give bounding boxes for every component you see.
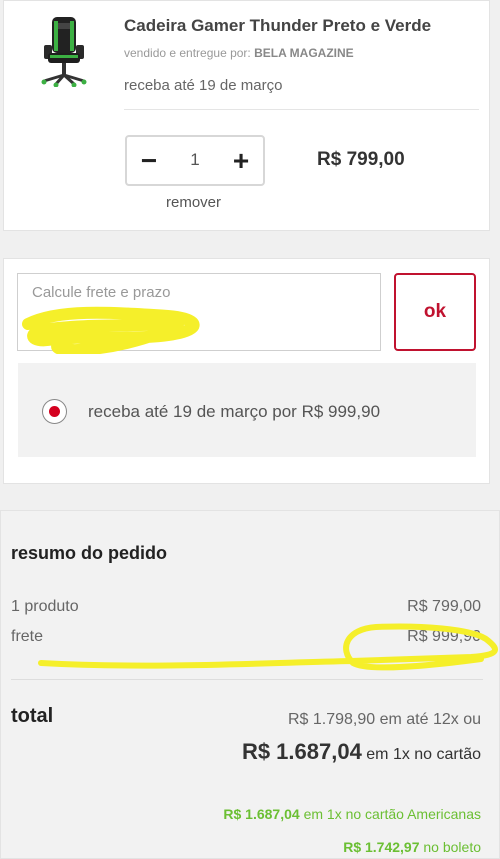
shipping-option[interactable]: receba até 19 de março por R$ 999,90 [18,363,476,457]
products-value: R$ 799,00 [407,598,481,615]
product-title[interactable]: Cadeira Gamer Thunder Preto e Verde [124,16,431,36]
increase-quantity-button[interactable]: + [225,144,257,177]
quantity-stepper: − 1 + [125,135,265,186]
shipping-option-label: receba até 19 de março por R$ 999,90 [88,402,381,421]
cep-field[interactable] [17,273,381,354]
products-label: 1 produto [11,598,79,615]
quantity-value[interactable]: 1 [177,150,213,170]
card-offer: R$ 1.687,04 em 1x no cartão Americanas [223,806,481,822]
boleto-text: no boleto [423,839,481,855]
summary-title: resumo do pedido [11,543,168,563]
delivery-estimate: receba até 19 de março [124,77,283,94]
product-card: Cadeira Gamer Thunder Preto e Verde vend… [3,0,490,231]
order-summary: resumo do pedido 1 produto R$ 799,00 fre… [0,510,500,859]
decrease-quantity-button[interactable]: − [133,144,165,177]
card-offer-text: em 1x no cartão Americanas [303,806,481,822]
ok-button[interactable]: ok [394,273,476,351]
products-row: 1 produto R$ 799,00 [11,598,481,616]
card-offer-price: R$ 1.687,04 [223,806,300,822]
seller-prefix: vendido e entregue por: [124,46,251,60]
product-price: R$ 799,00 [317,149,405,170]
gaming-chair-image[interactable] [34,15,94,87]
total-price-suffix: em 1x no cartão [366,746,481,763]
boleto-price: R$ 1.742,97 [343,839,420,855]
seller-info: vendido e entregue por: BELA MAGAZINE [124,46,354,60]
installment-info: R$ 1.798,90 em até 12x ou [287,711,481,728]
divider [11,679,483,680]
total-price-line: R$ 1.687,04 em 1x no cartão [242,739,481,765]
remove-button[interactable]: remover [166,194,221,211]
redaction-scribble [22,306,200,354]
shipping-card: ok receba até 19 de março por R$ 999,90 [3,258,490,484]
shipping-radio[interactable] [42,399,67,424]
total-price: R$ 1.687,04 [241,739,362,764]
radio-selected-dot [49,406,60,417]
seller-name[interactable]: BELA MAGAZINE [254,46,354,60]
divider [124,109,479,110]
highlight-annotation [38,623,498,671]
boleto-offer: R$ 1.742,97 no boleto [343,839,481,855]
total-label: total [11,705,54,727]
cep-input[interactable] [32,284,372,301]
